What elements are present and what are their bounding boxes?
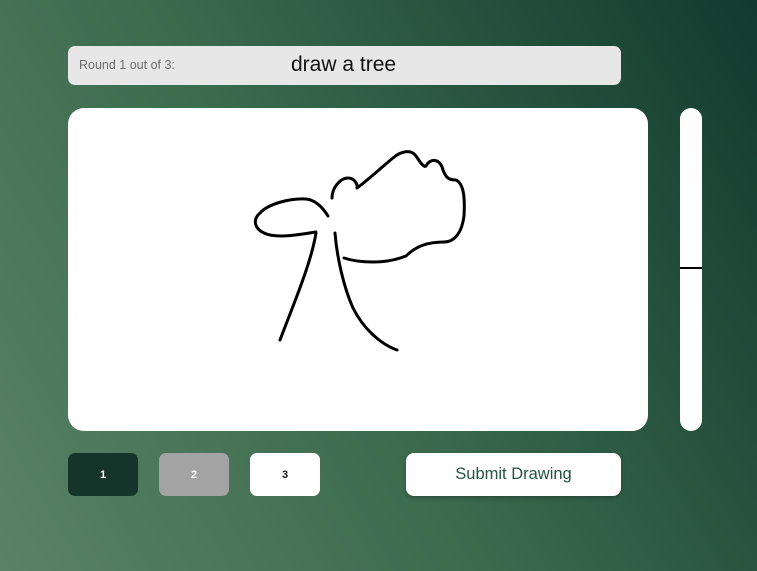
- trunk-left-stroke: [278, 231, 318, 342]
- round-label: Round 1 out of 3:: [79, 58, 175, 72]
- canopy-stroke: [253, 150, 466, 264]
- drawing-prompt: draw a tree: [291, 53, 397, 76]
- prompt-bar: Round 1 out of 3: draw a tree: [68, 46, 621, 85]
- slider-thumb[interactable]: [680, 267, 702, 269]
- brush-size-slider[interactable]: [680, 108, 702, 431]
- submit-drawing-button[interactable]: Submit Drawing: [406, 453, 621, 496]
- drawing-canvas[interactable]: [68, 108, 648, 431]
- drawing-strokes: [253, 150, 466, 352]
- brush-size-3-button[interactable]: 3: [250, 453, 320, 496]
- brush-size-1-button[interactable]: 1: [68, 453, 138, 496]
- brush-size-2-button[interactable]: 2: [159, 453, 229, 496]
- trunk-right-stroke: [333, 231, 399, 352]
